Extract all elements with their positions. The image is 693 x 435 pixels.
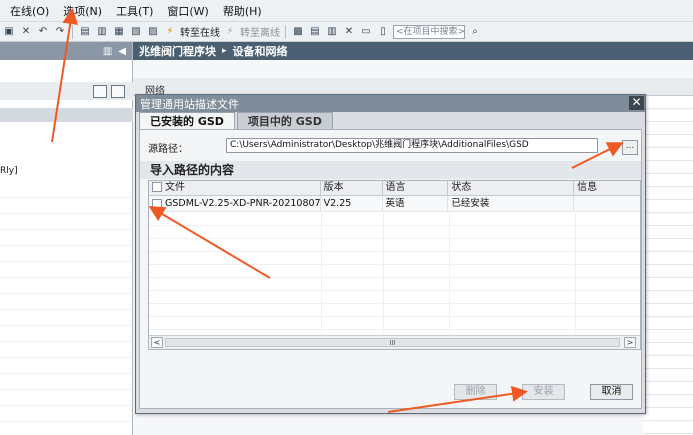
browse-button[interactable]: ... <box>622 140 638 155</box>
toolbar: ▣ ✕ ↶ ↷ ▤ ▥ ▦ ▧ ▨ ⚡ 转至在线 ⚡ 转至离线 ▩ ▤ ▥ ✕ … <box>0 22 693 42</box>
tab-project-gsd[interactable]: 项目中的 GSD <box>236 112 333 129</box>
upload-icon[interactable]: ▦ <box>112 25 126 39</box>
gsd-file-table: 文件 版本 语言 状态 信息 GSDML-V2.25-XD-PNR-202108… <box>148 180 641 350</box>
menu-tools[interactable]: 工具(T) <box>116 3 153 19</box>
go-offline-button[interactable]: 转至离线 <box>240 24 280 39</box>
delete-icon[interactable]: ✕ <box>19 25 33 39</box>
manage-gsd-dialog: 管理通用站描述文件 ✕ 已安装的 GSD 项目中的 GSD 源路径： C:\Us… <box>135 94 646 414</box>
cell-info <box>574 196 640 211</box>
breadcrumb-section[interactable]: 设备和网络 <box>233 43 288 59</box>
tree-detail-icon[interactable] <box>111 85 125 98</box>
redo-icon[interactable]: ↷ <box>53 25 67 39</box>
toolbar-separator <box>72 24 73 39</box>
menu-bar: 在线(O) 选项(N) 工具(T) 窗口(W) 帮助(H) <box>0 0 693 22</box>
empty-rows <box>149 213 640 333</box>
undo-icon[interactable]: ↶ <box>36 25 50 39</box>
breadcrumb-project[interactable]: 兆维阀门程序块 <box>139 43 216 59</box>
toolbar-separator <box>285 24 286 39</box>
cell-status: 已经安装 <box>448 196 575 211</box>
download-icon[interactable]: ▥ <box>95 25 109 39</box>
close-icon[interactable]: ✕ <box>629 96 644 110</box>
grid-divider <box>383 213 384 333</box>
grid-divider <box>321 213 322 333</box>
tree-rows <box>0 182 132 432</box>
search-icon[interactable]: ⌕ <box>468 25 482 39</box>
cell-version: V2.25 <box>321 196 383 211</box>
menu-online[interactable]: 在线(O) <box>10 3 49 19</box>
split-editor-icon[interactable]: ▥ <box>325 25 339 39</box>
split-horizontal-icon[interactable]: ▭ <box>359 25 373 39</box>
go-online-icon[interactable]: ⚡ <box>163 25 177 39</box>
go-online-button[interactable]: 转至在线 <box>180 24 220 39</box>
pin-icon[interactable]: ▥ <box>103 46 112 57</box>
select-all-checkbox[interactable] <box>152 182 162 192</box>
table-row[interactable]: GSDML-V2.25-XD-PNR-20210807.... V2.25 英语… <box>149 196 640 212</box>
simulation-icon[interactable]: ▧ <box>129 25 143 39</box>
accessible-devices-icon[interactable]: ▩ <box>291 25 305 39</box>
project-search-input[interactable]: <在项目中搜索> <box>393 24 465 39</box>
project-tree-header: ▥ ◀ <box>0 42 132 60</box>
cell-language: 英语 <box>383 196 449 211</box>
dialog-tabs: 已安装的 GSD 项目中的 GSD <box>139 112 335 129</box>
source-path-label: 源路径： <box>148 144 188 155</box>
column-version[interactable]: 版本 <box>321 181 383 195</box>
scroll-right-icon[interactable]: > <box>624 337 636 348</box>
column-language[interactable]: 语言 <box>383 181 449 195</box>
dialog-titlebar: 管理通用站描述文件 ✕ <box>136 95 645 112</box>
cell-file: GSDML-V2.25-XD-PNR-20210807.... <box>149 196 321 211</box>
install-button[interactable]: 安装 <box>522 384 565 400</box>
menu-help[interactable]: 帮助(H) <box>223 3 262 19</box>
column-info[interactable]: 信息 <box>574 181 640 195</box>
horizontal-scrollbar[interactable]: < III > <box>149 335 640 349</box>
compile-icon[interactable]: ▤ <box>78 25 92 39</box>
collapse-icon[interactable]: ◀ <box>118 46 126 57</box>
column-file[interactable]: 文件 <box>149 181 321 195</box>
source-path-field[interactable]: C:\Users\Administrator\Desktop\兆维阀门程序块\A… <box>226 138 598 153</box>
tab-installed-gsd[interactable]: 已安装的 GSD <box>139 112 235 129</box>
section-title: 导入路径的内容 <box>140 161 641 179</box>
tree-column-header <box>0 108 133 122</box>
scroll-thumb[interactable]: III <box>165 338 620 347</box>
menu-window[interactable]: 窗口(W) <box>167 3 208 19</box>
close-editor-icon[interactable]: ✕ <box>342 25 356 39</box>
grid-divider <box>575 213 576 333</box>
cancel-button[interactable]: 取消 <box>590 384 633 400</box>
tree-item-fragment[interactable]: Rly] <box>0 166 18 176</box>
scroll-left-icon[interactable]: < <box>151 337 163 348</box>
breadcrumb-separator: ▸ <box>222 46 227 56</box>
tree-view-icon[interactable] <box>93 85 107 98</box>
monitor-icon[interactable]: ▨ <box>146 25 160 39</box>
cross-reference-icon[interactable]: ▤ <box>308 25 322 39</box>
menu-options[interactable]: 选项(N) <box>63 3 102 19</box>
row-checkbox[interactable] <box>152 198 162 209</box>
grid-divider <box>449 213 450 333</box>
breadcrumb: 兆维阀门程序块 ▸ 设备和网络 <box>133 42 693 60</box>
table-header: 文件 版本 语言 状态 信息 <box>149 181 640 196</box>
column-status[interactable]: 状态 <box>448 181 575 195</box>
paste-icon[interactable]: ▣ <box>2 25 16 39</box>
project-tree-pane: ▥ ◀ Rly] <box>0 42 133 435</box>
split-vertical-icon[interactable]: ▯ <box>376 25 390 39</box>
dialog-title: 管理通用站描述文件 <box>140 97 239 111</box>
dialog-body: 源路径： C:\Users\Administrator\Desktop\兆维阀门… <box>139 129 642 409</box>
delete-button[interactable]: 删除 <box>454 384 497 400</box>
go-offline-icon[interactable]: ⚡ <box>223 25 237 39</box>
editor-grid <box>643 96 693 435</box>
